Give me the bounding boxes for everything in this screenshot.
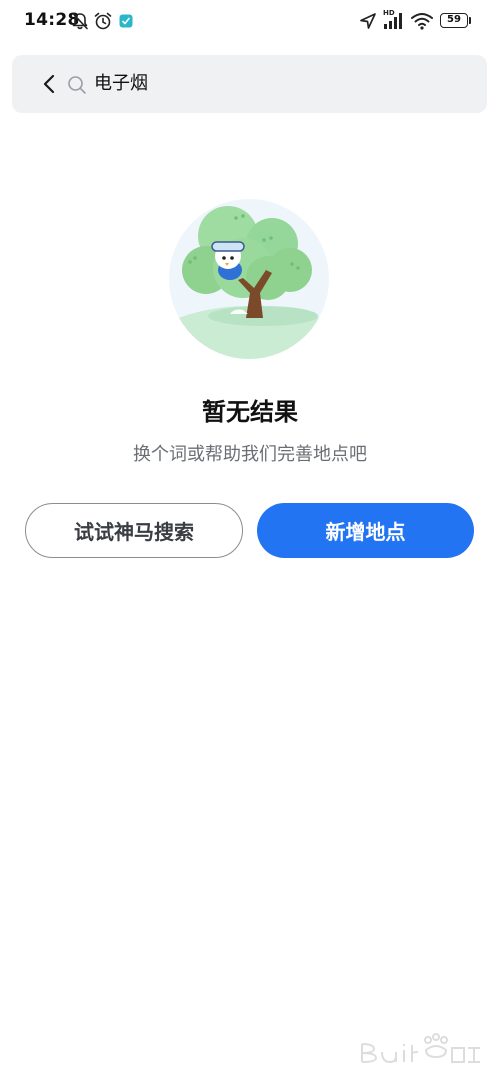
add-place-button[interactable]: 新增地点 [257,503,474,558]
chevron-left-icon[interactable] [38,72,62,96]
empty-state-subtitle: 换个词或帮助我们完善地点吧 [133,444,367,465]
alarm-icon [94,12,112,30]
battery-level: 59 [447,14,461,25]
try-shenma-search-button[interactable]: 试试神马搜索 [25,503,243,558]
search-bar [12,55,487,113]
battery-cap [469,17,471,24]
notification-app-icon [119,14,133,28]
signal-icon [384,13,402,29]
baidu-jingyan-logo [361,1033,480,1064]
wifi-icon [411,13,433,30]
mute-bell-icon [72,12,88,30]
location-icon [360,13,376,29]
status-bar: 14:28 HD 59 [0,0,500,44]
battery-icon: 59 [440,13,468,28]
tree-with-mascot-illustration [169,199,329,359]
empty-state-title: 暂无结果 [202,398,298,426]
search-input[interactable] [94,69,464,99]
search-icon [68,76,86,94]
